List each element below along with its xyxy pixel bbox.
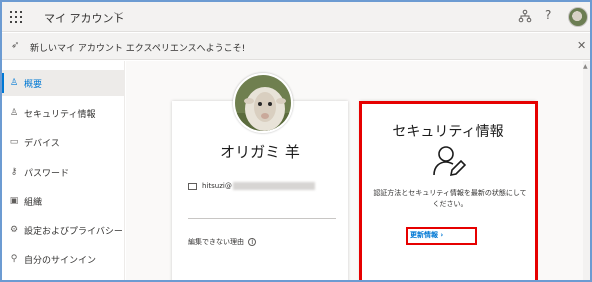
security-info-icon: ♙ [9, 108, 19, 118]
rocket-icon: ➶ [11, 40, 20, 51]
cannot-edit-link[interactable]: 編集できない理由 i [188, 237, 257, 247]
email-prefix: hitsuzi@ [202, 182, 232, 190]
sidebar-item-label: 設定およびプライバシー [24, 226, 123, 237]
app-launcher-icon[interactable] [10, 11, 22, 23]
sidebar-item-overview[interactable]: ♙ 概要 [2, 70, 125, 96]
sidebar-item-devices[interactable]: ▭ デバイス [2, 129, 125, 155]
sidebar: ♙ 概要 ♙ セキュリティ情報 ▭ デバイス ⚷ パスワード ▣ 組織 ⚙ 設定… [2, 61, 125, 280]
sidebar-item-label: 自分のサインイン [24, 255, 97, 266]
account-avatar[interactable] [568, 7, 588, 27]
sidebar-item-password[interactable]: ⚷ パスワード [2, 159, 125, 185]
briefcase-icon: ▣ [9, 196, 19, 206]
sidebar-item-organizations[interactable]: ▣ 組織 [2, 188, 125, 214]
sign-in-icon: ⚲ [10, 254, 18, 264]
email-redacted [232, 182, 315, 190]
welcome-banner: ➶ 新しいマイ アカウント エクスペリエンスへようこそ! ✕ [2, 33, 590, 60]
top-bar: マイ アカウント ﹀ ? [2, 2, 590, 32]
laptop-icon: ▭ [9, 137, 19, 147]
cannot-edit-label: 編集できない理由 [188, 238, 244, 246]
app-title[interactable]: マイ アカウント [44, 10, 125, 26]
profile-name: オリガミ 羊 [220, 143, 300, 161]
window-frame: マイ アカウント ﹀ ? ➶ 新しいマイ アカウント エクスペリエンスへようこそ… [0, 0, 592, 282]
sidebar-item-security-info[interactable]: ♙ セキュリティ情報 [2, 100, 125, 126]
chevron-down-icon[interactable]: ﹀ [114, 10, 123, 23]
sidebar-item-label: 組織 [24, 197, 43, 208]
sidebar-item-label: セキュリティ情報 [24, 109, 96, 120]
profile-photo[interactable] [233, 73, 293, 133]
email-row: hitsuzi@ [188, 182, 315, 190]
person-icon: ♙ [9, 78, 19, 88]
close-icon[interactable]: ✕ [577, 39, 586, 52]
sidebar-item-label: パスワード [24, 168, 70, 179]
scrollbar[interactable] [583, 61, 590, 280]
gear-icon: ⚙ [9, 225, 19, 235]
highlight-annotation-box [359, 101, 538, 280]
scroll-up-icon[interactable]: ▲ [583, 63, 588, 70]
divider [188, 218, 336, 219]
key-icon: ⚷ [10, 167, 18, 177]
sidebar-item-label: 概要 [24, 79, 43, 90]
highlight-annotation-button [406, 227, 477, 245]
sidebar-item-settings-privacy[interactable]: ⚙ 設定およびプライバシー [2, 217, 125, 243]
mail-icon [188, 182, 197, 190]
info-icon[interactable]: i [248, 238, 257, 246]
org-chart-icon[interactable] [518, 9, 532, 23]
help-icon[interactable]: ? [545, 8, 551, 22]
banner-text: 新しいマイ アカウント エクスペリエンスへようこそ! [30, 44, 246, 54]
sidebar-item-label: デバイス [24, 138, 60, 149]
sidebar-item-my-sign-ins[interactable]: ⚲ 自分のサインイン [2, 246, 125, 272]
